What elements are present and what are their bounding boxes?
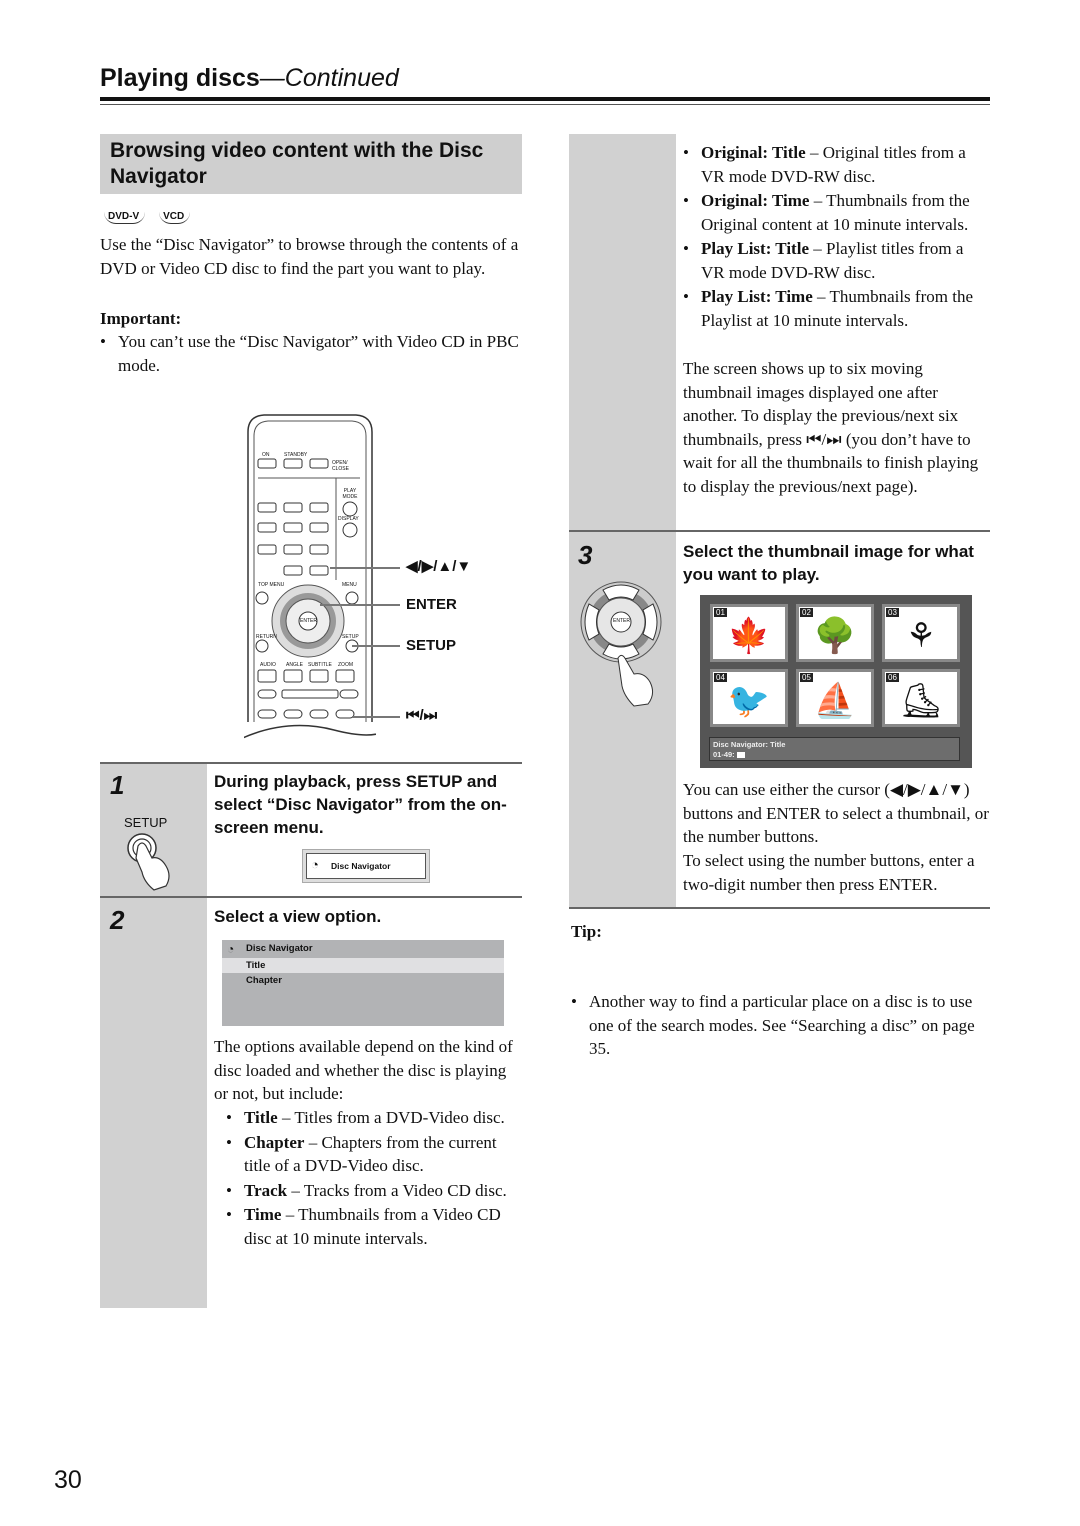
option-playlist-time: Play List: Time – Thumbnails from the Pl… bbox=[683, 285, 990, 332]
option-original-time: Original: Time – Thumbnails from the Ori… bbox=[683, 189, 990, 236]
remote-audio-label: AUDIO bbox=[260, 662, 276, 668]
view-option-menu-title-text: Disc Navigator bbox=[246, 943, 313, 954]
tip-label: Tip: bbox=[571, 922, 602, 941]
navigator-status-title: Disc Navigator: Title bbox=[713, 740, 786, 749]
lily-icon: ⚘ bbox=[905, 618, 937, 655]
remote-display-label: DISPLAY bbox=[338, 516, 359, 522]
page-title-continued: —Continued bbox=[259, 64, 399, 92]
step1-heading: During playback, press SETUP and select … bbox=[214, 772, 507, 837]
callout-line-setup bbox=[352, 645, 400, 647]
thumbnail-screen: 01 🍁 02 🌳 03 ⚘ 04 🐦 05 ⛵ 06 ⛸ Disc Navig… bbox=[700, 595, 972, 768]
step3-heading: Select the thumbnail image for what you … bbox=[683, 542, 974, 584]
remote-subtitle-label: SUBTITLE bbox=[308, 662, 332, 668]
section-heading: Browsing video content with the Disc Nav… bbox=[100, 134, 522, 194]
thumbnail-03[interactable]: 03 ⚘ bbox=[882, 604, 960, 662]
enter-button-label: ENTER bbox=[613, 618, 630, 624]
option-chapter: Chapter – Chapters from the current titl… bbox=[226, 1131, 522, 1178]
steps-right-column bbox=[569, 134, 676, 908]
tip-text: Another way to find a particular place o… bbox=[571, 990, 990, 1061]
intro-text: Use the “Disc Navigator” to browse throu… bbox=[100, 235, 519, 278]
cursor-pad-press-icon: ENTER bbox=[578, 578, 668, 708]
navigator-status-range: 01-49: bbox=[713, 750, 956, 760]
thumbnail-06[interactable]: 06 ⛸ bbox=[882, 669, 960, 727]
page-number: 30 bbox=[54, 1466, 82, 1494]
option-original-title: Original: Title – Original titles from a… bbox=[683, 141, 990, 188]
page-title: Playing discs bbox=[100, 64, 260, 92]
vcd-badge: VCD bbox=[159, 211, 191, 224]
step3-body1: You can use either the cursor (◀/▶/▲/▼) … bbox=[683, 780, 989, 846]
disc-navigator-icon: ◔ bbox=[311, 857, 319, 872]
remote-play-mode-label: PLAY MODE bbox=[342, 488, 358, 500]
disc-navigator-menu-item[interactable]: ◔ Disc Navigator bbox=[306, 853, 426, 879]
view-option-title[interactable]: Title bbox=[222, 958, 504, 973]
view-option-chapter[interactable]: Chapter bbox=[222, 973, 504, 988]
step2-number: 2 bbox=[110, 905, 125, 935]
callout-line-skip bbox=[352, 716, 400, 718]
setup-button-press-icon bbox=[122, 832, 182, 892]
option-time: Time – Thumbnails from a Video CD disc a… bbox=[226, 1203, 522, 1250]
dvd-v-badge: DVD-V bbox=[104, 211, 146, 224]
remote-menu-label: MENU bbox=[342, 582, 357, 588]
step3-number: 3 bbox=[578, 540, 593, 570]
remote-standby-label: STANDBY bbox=[284, 452, 308, 458]
toucan-icon: 🐦 bbox=[727, 683, 771, 720]
windsurfer-icon: ⛵ bbox=[813, 683, 857, 720]
step1-number: 1 bbox=[110, 770, 125, 800]
remote-angle-label: ANGLE bbox=[286, 662, 303, 668]
step1-setup-label: SETUP bbox=[124, 815, 168, 830]
step2-heading: Select a view option. bbox=[214, 907, 382, 926]
remote-top-menu-label: TOP MENU bbox=[258, 582, 285, 588]
callout-setup: SETUP bbox=[406, 637, 457, 654]
remote-open-close-label: OPEN/ CLOSE bbox=[332, 460, 349, 472]
important-label: Important: bbox=[100, 309, 182, 328]
thumbnail-05[interactable]: 05 ⛵ bbox=[796, 669, 874, 727]
remote-return-label: RETURN bbox=[256, 634, 277, 640]
thumbnail-01[interactable]: 01 🍁 bbox=[710, 604, 788, 662]
thumbnail-02[interactable]: 02 🌳 bbox=[796, 604, 874, 662]
remote-setup-label: SETUP bbox=[342, 634, 359, 640]
leaf-icon: 🍁 bbox=[727, 618, 771, 655]
view-options-list-right: Original: Title – Original titles from a… bbox=[683, 141, 990, 332]
header-rule-thin bbox=[100, 104, 990, 105]
step1-menu-frame: ◔ Disc Navigator bbox=[302, 849, 430, 883]
remote-zoom-label: ZOOM bbox=[338, 662, 353, 668]
option-title: Title – Titles from a DVD-Video disc. bbox=[226, 1106, 522, 1130]
header-rule-thick bbox=[100, 97, 990, 101]
view-option-menu-title: ◔ Disc Navigator bbox=[222, 940, 504, 958]
remote-body-icon bbox=[233, 414, 395, 743]
step3-bottom-rule bbox=[569, 907, 990, 909]
step2-top-rule bbox=[100, 896, 522, 898]
step2-body: The options available depend on the kind… bbox=[214, 1037, 513, 1103]
tree-icon: 🌳 bbox=[813, 618, 857, 655]
thumbnail-04[interactable]: 04 🐦 bbox=[710, 669, 788, 727]
disc-navigator-icon: ◔ bbox=[227, 942, 235, 956]
remote-on-label: ON bbox=[262, 452, 270, 458]
view-option-menu: ◔ Disc Navigator Title Chapter bbox=[222, 940, 504, 1026]
important-note: You can’t use the “Disc Navigator” with … bbox=[100, 330, 522, 377]
disc-navigator-menu-label: Disc Navigator bbox=[331, 861, 391, 871]
disc-type-badges: DVD-V VCD bbox=[104, 206, 200, 224]
callout-skip: ⏮/⏭ bbox=[406, 707, 438, 724]
callout-line-cursor bbox=[330, 567, 400, 569]
option-track: Track – Tracks from a Video CD disc. bbox=[226, 1179, 522, 1203]
page-indicator-icon bbox=[736, 752, 745, 759]
remote-control-illustration: ON STANDBY OPEN/ CLOSE PLAY MODE DISPLAY… bbox=[233, 412, 395, 743]
thumbnails-note: The screen shows up to six moving thumbn… bbox=[683, 359, 979, 496]
skater-icon: ⛸ bbox=[899, 683, 943, 720]
callout-line-enter bbox=[320, 604, 400, 606]
navigator-status-bar: Disc Navigator: Title 01-49: bbox=[709, 737, 960, 761]
option-playlist-title: Play List: Title – Playlist titles from … bbox=[683, 237, 990, 284]
step3-body2: To select using the number buttons, ente… bbox=[683, 851, 975, 894]
step3-top-rule bbox=[569, 530, 990, 532]
remote-enter-label: ENTER bbox=[300, 618, 317, 624]
view-options-list-left: Title – Titles from a DVD-Video disc. Ch… bbox=[226, 1106, 522, 1250]
callout-cursor-buttons: ◀/▶/▲/▼ bbox=[406, 558, 472, 575]
callout-enter: ENTER bbox=[406, 596, 457, 613]
page-header: Playing discs—Continued bbox=[100, 64, 990, 93]
